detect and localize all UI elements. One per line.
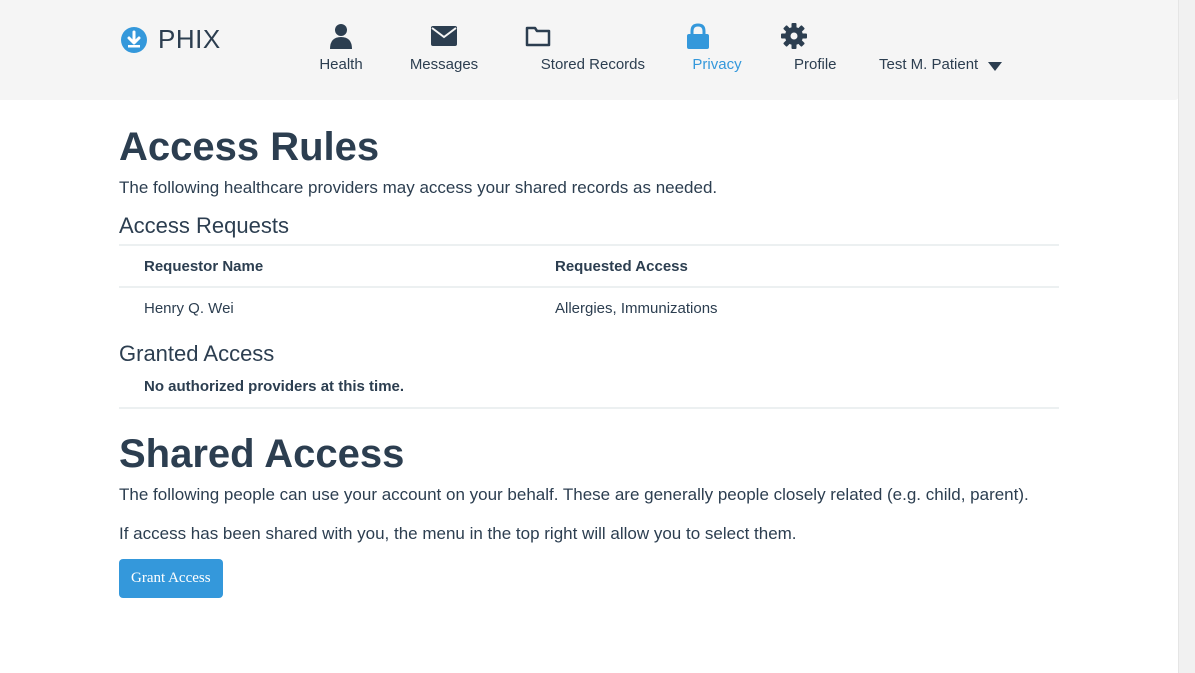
access-requests-header: Requestor Name Requested Access — [119, 244, 1059, 288]
nav-label-health: Health — [319, 56, 363, 73]
brand-name: PHIX — [158, 24, 221, 54]
user-menu-dropdown[interactable]: Test M. Patient — [879, 56, 1003, 73]
column-header-requested-access: Requested Access — [555, 257, 688, 275]
vertical-scrollbar[interactable] — [1178, 0, 1195, 673]
grant-access-button[interactable]: Grant Access — [119, 559, 223, 598]
nav-item-profile[interactable]: Profile — [781, 22, 841, 73]
download-circle-icon — [121, 26, 147, 53]
gear-icon — [781, 23, 807, 49]
access-rules-title: Access Rules — [119, 125, 380, 169]
access-requests-title: Access Requests — [119, 213, 289, 238]
access-rules-description: The following healthcare providers may a… — [119, 178, 718, 197]
user-icon — [330, 24, 352, 49]
shared-access-title: Shared Access — [119, 432, 405, 476]
caret-down-icon — [988, 61, 1003, 71]
requested-access: Allergies, Immunizations — [555, 299, 718, 317]
brand-logo[interactable]: PHIX — [120, 24, 221, 55]
no-providers-message: No authorized providers at this time. — [119, 367, 1059, 409]
table-row[interactable]: Henry Q. Wei Allergies, Immunizations — [119, 288, 1059, 328]
shared-access-description: The following people can use your accoun… — [119, 485, 1029, 504]
envelope-icon — [431, 26, 457, 46]
nav-label-stored-records: Stored Records — [540, 56, 645, 73]
folder-icon — [525, 26, 551, 47]
nav-item-health[interactable]: Health — [311, 22, 371, 73]
nav-item-messages[interactable]: Messages — [399, 22, 489, 73]
requestor-name: Henry Q. Wei — [144, 299, 234, 317]
user-name: Test M. Patient — [879, 56, 979, 73]
granted-access-title: Granted Access — [119, 341, 275, 366]
column-header-requestor: Requestor Name — [144, 257, 264, 275]
main-content: Access Rules The following healthcare pr… — [119, 120, 1059, 598]
shared-access-note: If access has been shared with you, the … — [119, 524, 797, 543]
nav-item-privacy[interactable]: Privacy — [686, 22, 748, 73]
nav-item-stored-records[interactable]: Stored Records — [511, 22, 645, 73]
nav-label-privacy: Privacy — [692, 56, 742, 73]
top-navbar: PHIX Health Messages Stored Records Priv… — [0, 0, 1179, 100]
nav-label-messages: Messages — [409, 56, 479, 73]
nav-label-profile: Profile — [794, 56, 837, 73]
lock-icon — [687, 23, 709, 49]
